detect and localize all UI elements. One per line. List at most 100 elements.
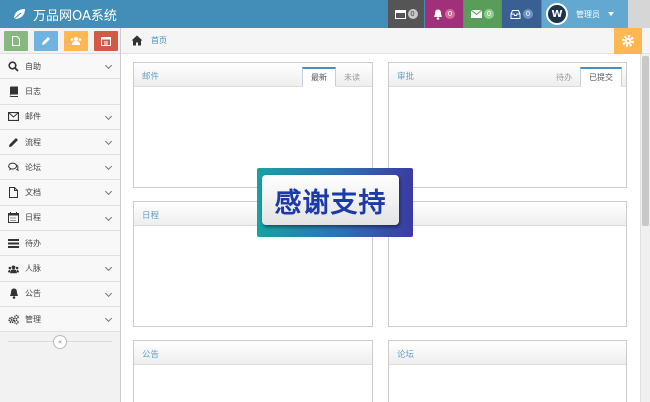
sidebar-item-workflow[interactable]: 流程: [0, 129, 120, 156]
sidebar-item-admin[interactable]: 管理: [0, 306, 120, 333]
inbox-badge: 0: [523, 9, 533, 19]
calendar-icon: [8, 212, 19, 224]
breadcrumb-home-link[interactable]: 首页: [151, 35, 167, 46]
forum-widget: 论坛: [388, 340, 627, 402]
bell-icon: [434, 9, 442, 20]
tab-pending[interactable]: 待办: [548, 67, 580, 87]
tab-unread[interactable]: 未读: [336, 67, 368, 87]
sidebar-item-label: 待办: [25, 238, 41, 248]
chevron-down-icon: [104, 289, 113, 297]
sidebar: 自助 日志 邮件 流程 论坛 文档 日程 待办 人脉 公告 管理 «: [0, 28, 121, 402]
bell-nav[interactable]: 0: [425, 0, 463, 28]
bell-badge: 0: [445, 9, 455, 19]
sidebar-item-label: 日志: [25, 86, 41, 96]
chevron-down-icon: [104, 213, 113, 221]
leaf-icon: [13, 9, 25, 20]
bell-icon: [8, 288, 19, 300]
cogs-icon: [8, 314, 19, 325]
widget-header: [389, 202, 626, 226]
topbar-edge: [628, 0, 650, 28]
sidebar-shortcuts: [0, 28, 120, 54]
pencil-icon: [8, 137, 19, 148]
widget-header: 邮件 最新 未读: [134, 63, 372, 87]
sidebar-item-label: 自助: [25, 61, 41, 71]
inbox-nav[interactable]: 0: [502, 0, 541, 28]
widget-tabs: 待办 已提交: [548, 67, 622, 87]
widget-title: 邮件: [142, 72, 160, 82]
chevron-down-icon: [104, 61, 113, 70]
sidebar-item-contacts[interactable]: 人脉: [0, 256, 120, 282]
sidebar-item-mail[interactable]: 邮件: [0, 104, 120, 130]
top-navbar: 万品网OA系统 0 0 0 0 W 管理员: [0, 0, 650, 28]
shortcut-calendar[interactable]: [94, 30, 118, 51]
tasks-badge: 0: [407, 9, 418, 19]
scrollbar-thumb[interactable]: [642, 56, 649, 226]
breadcrumb: 首页: [121, 28, 650, 54]
shortcut-pencil[interactable]: [34, 30, 58, 51]
brand[interactable]: 万品网OA系统: [12, 5, 117, 24]
widget-header: 公告: [134, 341, 372, 365]
sidebar-collapse-button[interactable]: «: [53, 335, 67, 349]
document-icon: [12, 35, 20, 46]
widget-title: 日程: [142, 211, 160, 221]
sidebar-item-documents[interactable]: 文档: [0, 180, 120, 206]
user-menu[interactable]: W 管理员: [542, 0, 628, 28]
caret-down-icon: [608, 12, 614, 16]
file-icon: [8, 187, 19, 199]
tab-submitted[interactable]: 已提交: [580, 67, 622, 87]
sidebar-item-label: 日程: [25, 213, 41, 223]
search-icon: [8, 61, 19, 72]
list-icon: [8, 238, 19, 249]
chevron-down-icon: [104, 163, 113, 171]
chevron-down-icon: [104, 137, 113, 145]
pencil-icon: [42, 36, 50, 45]
users-icon: [8, 263, 19, 274]
widget-title: 论坛: [397, 350, 415, 360]
sidebar-item-log[interactable]: 日志: [0, 79, 120, 105]
envelope-icon: [471, 10, 482, 18]
envelope-icon: [8, 111, 19, 122]
sidebar-item-label: 公告: [25, 289, 41, 299]
home-icon[interactable]: [131, 35, 143, 46]
ace-settings-button[interactable]: [614, 28, 642, 54]
shortcut-document[interactable]: [4, 30, 28, 51]
sidebar-item-schedule[interactable]: 日程: [0, 205, 120, 232]
user-name: 管理员: [576, 9, 600, 19]
avatar: W: [546, 3, 568, 25]
calendar-icon: [101, 36, 111, 46]
book-icon: [8, 86, 19, 97]
thanks-text: 感谢支持: [274, 187, 387, 219]
scrollbar[interactable]: [640, 54, 650, 402]
sidebar-collapse-row: «: [0, 334, 120, 350]
sidebar-item-label: 管理: [25, 314, 41, 324]
sidebar-item-forum[interactable]: 论坛: [0, 155, 120, 181]
app-title: 万品网OA系统: [33, 8, 117, 24]
widget-title: 公告: [142, 350, 160, 360]
group-icon: [70, 37, 82, 45]
mail-badge: 0: [484, 9, 494, 19]
sidebar-item-label: 流程: [25, 137, 41, 147]
sidebar-item-announcement[interactable]: 公告: [0, 281, 120, 307]
gear-icon: [622, 35, 634, 47]
inbox-icon: [510, 9, 521, 19]
sidebar-item-todo[interactable]: 待办: [0, 231, 120, 257]
widget-title: 审批: [397, 72, 415, 82]
chevron-down-icon: [104, 188, 113, 196]
widget-header: 审批 待办 已提交: [389, 63, 626, 87]
mail-nav[interactable]: 0: [464, 0, 501, 28]
sidebar-item-label: 邮件: [25, 112, 41, 122]
widget-tabs: 最新 未读: [302, 67, 368, 87]
sidebar-item-self-service[interactable]: 自助: [0, 54, 120, 80]
blank-widget: [388, 201, 627, 327]
announcement-widget: 公告: [133, 340, 373, 402]
tab-latest[interactable]: 最新: [302, 67, 336, 87]
sidebar-item-label: 人脉: [25, 264, 41, 274]
sidebar-item-label: 文档: [25, 188, 41, 198]
approval-widget: 审批 待办 已提交: [388, 62, 627, 188]
tasks-nav[interactable]: 0: [388, 0, 424, 28]
shortcut-group[interactable]: [64, 30, 88, 51]
tasks-icon: [394, 9, 406, 19]
sidebar-item-label: 论坛: [25, 162, 41, 172]
widget-header: 论坛: [389, 341, 626, 365]
thanks-card: 感谢支持: [262, 175, 399, 225]
